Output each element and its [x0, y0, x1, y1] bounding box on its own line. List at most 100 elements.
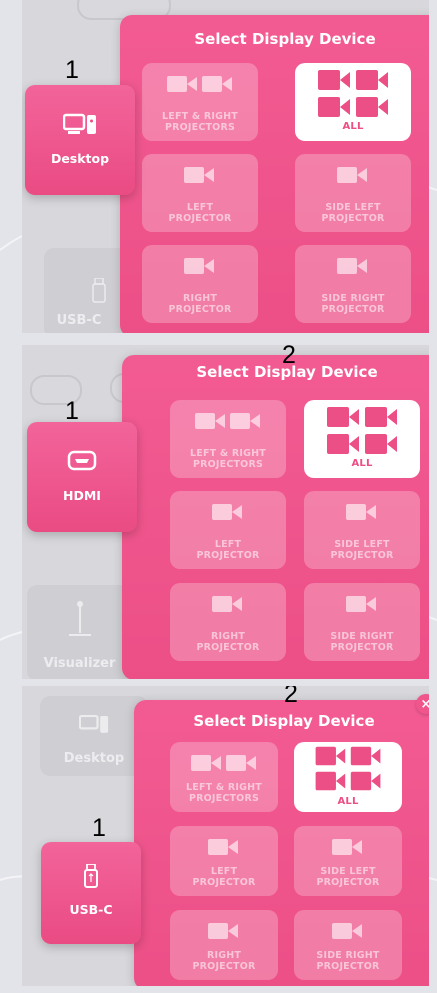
option-label-line2: PROJECTOR [168, 213, 232, 224]
option-label-line2: PROJECTOR [196, 642, 260, 653]
camera-icon [170, 836, 278, 858]
option-left-projector[interactable]: LEFT PROJECTOR [142, 154, 258, 232]
popup-title: Select Display Device [194, 30, 376, 48]
screenshot-panel-desktop: USB-C Select Display Device LEFT & RIGHT… [22, 0, 429, 333]
option-label-line1: ALL [337, 796, 359, 807]
device-desktop-button[interactable]: Desktop [25, 85, 135, 195]
option-side-right-projector[interactable]: SIDE RIGHT PROJECTOR [304, 583, 420, 661]
camera-icon [142, 255, 258, 277]
camera-icon [295, 164, 411, 186]
option-side-left-projector[interactable]: SIDE LEFT PROJECTOR [295, 154, 411, 232]
option-label-line2: PROJECTOR [196, 550, 260, 561]
step-marker-2: 2 [284, 686, 298, 708]
option-label-line2: PROJECTORS [192, 459, 264, 470]
option-label-line1: LEFT [214, 539, 242, 550]
popup-title: Select Display Device [196, 363, 378, 381]
option-label-line2: PROJECTOR [168, 304, 232, 315]
option-left-right-projectors[interactable]: LEFT & RIGHT PROJECTORS [170, 742, 278, 812]
device-label: Desktop [50, 151, 110, 166]
option-all[interactable]: ALL [294, 742, 402, 812]
close-icon: × [420, 696, 429, 712]
option-side-left-projector[interactable]: SIDE LEFT PROJECTOR [304, 491, 420, 569]
background-tile-visualizer: Visualizer [27, 585, 132, 679]
camera-icon [142, 164, 258, 186]
device-hdmi-button[interactable]: HDMI [27, 422, 137, 532]
device-usb-button[interactable]: USB-C [41, 842, 141, 944]
option-right-projector[interactable]: RIGHT PROJECTOR [170, 910, 278, 980]
background-tile-label: Desktop [63, 751, 125, 766]
camera-icon [170, 920, 278, 942]
quad-camera-icon [295, 67, 411, 121]
option-side-right-projector[interactable]: SIDE RIGHT PROJECTOR [295, 245, 411, 323]
usb-icon [41, 864, 141, 888]
option-label-line1: RIGHT [206, 950, 242, 961]
option-right-projector[interactable]: RIGHT PROJECTOR [170, 583, 286, 661]
background-tile-label: Visualizer [43, 656, 116, 671]
option-left-right-projectors[interactable]: LEFT & RIGHT PROJECTORS [170, 400, 286, 478]
option-all[interactable]: ALL [304, 400, 420, 478]
camera-icon [304, 593, 420, 615]
dual-camera-icon [142, 73, 258, 95]
hdmi-icon [27, 450, 137, 472]
visualizer-icon [68, 601, 91, 636]
camera-icon [294, 920, 402, 942]
usb-icon [92, 278, 106, 303]
option-label-line2: PROJECTOR [330, 642, 394, 653]
option-label-line1: LEFT & RIGHT [162, 111, 238, 122]
camera-icon [294, 836, 402, 858]
dual-camera-icon [170, 410, 286, 432]
device-label: USB-C [69, 902, 113, 917]
option-label-line1: LEFT [186, 202, 214, 213]
camera-icon [170, 593, 286, 615]
option-label-line2: PROJECTOR [192, 877, 256, 888]
camera-icon [304, 501, 420, 523]
option-label-line2: PROJECTOR [330, 550, 394, 561]
option-all[interactable]: ALL [295, 63, 411, 141]
option-label-line2: PROJECTORS [188, 793, 260, 804]
quad-camera-icon [294, 744, 402, 794]
option-label-line1: RIGHT [210, 631, 246, 642]
option-label-line2: PROJECTOR [316, 961, 380, 972]
camera-icon [170, 501, 286, 523]
screenshot-panel-hdmi: Visualizer Select Display Device LEFT & … [22, 345, 429, 679]
option-left-projector[interactable]: LEFT PROJECTOR [170, 491, 286, 569]
option-left-right-projectors[interactable]: LEFT & RIGHT PROJECTORS [142, 63, 258, 141]
option-label-line1: LEFT [210, 866, 238, 877]
step-marker-1: 1 [65, 397, 79, 425]
step-marker-2: 2 [282, 345, 296, 369]
option-label-line2: PROJECTOR [316, 877, 380, 888]
device-label: HDMI [63, 488, 101, 503]
quad-camera-icon [304, 404, 420, 458]
camera-icon [295, 255, 411, 277]
background-tile-desktop: Desktop [40, 696, 148, 776]
option-label-line1: RIGHT [182, 293, 218, 304]
option-label-line2: PROJECTOR [321, 304, 385, 315]
step-marker-1: 1 [65, 56, 79, 84]
option-label-line1: ALL [351, 458, 373, 469]
option-label-line1: SIDE RIGHT [321, 293, 385, 304]
option-label-line1: LEFT & RIGHT [186, 782, 262, 793]
desktop-icon [79, 714, 109, 733]
option-label-line1: SIDE LEFT [334, 539, 390, 550]
select-display-popup: Select Display Device LEFT & RIGHT PROJEC… [120, 15, 429, 333]
option-label-line2: PROJECTORS [164, 122, 236, 133]
option-side-left-projector[interactable]: SIDE LEFT PROJECTOR [294, 826, 402, 896]
option-label-line1: SIDE LEFT [325, 202, 381, 213]
screenshot-panel-usb: Desktop Select Display Device LEFT & RIG… [22, 686, 429, 986]
option-label-line1: ALL [342, 121, 364, 132]
dual-camera-icon [170, 752, 278, 774]
option-side-right-projector[interactable]: SIDE RIGHT PROJECTOR [294, 910, 402, 980]
popup-title: Select Display Device [193, 712, 375, 730]
select-display-popup: Select Display Device LEFT & RIGHT PROJEC… [134, 700, 429, 986]
option-right-projector[interactable]: RIGHT PROJECTOR [142, 245, 258, 323]
option-label-line1: LEFT & RIGHT [190, 448, 266, 459]
option-label-line1: SIDE RIGHT [316, 950, 380, 961]
option-label-line2: PROJECTOR [192, 961, 256, 972]
option-label-line1: SIDE LEFT [320, 866, 376, 877]
step-marker-1: 1 [92, 814, 106, 842]
option-label-line2: PROJECTOR [321, 213, 385, 224]
option-label-line1: SIDE RIGHT [330, 631, 394, 642]
close-button[interactable]: × [416, 694, 429, 714]
option-left-projector[interactable]: LEFT PROJECTOR [170, 826, 278, 896]
select-display-popup: Select Display Device LEFT & RIGHT PROJEC… [122, 355, 429, 679]
